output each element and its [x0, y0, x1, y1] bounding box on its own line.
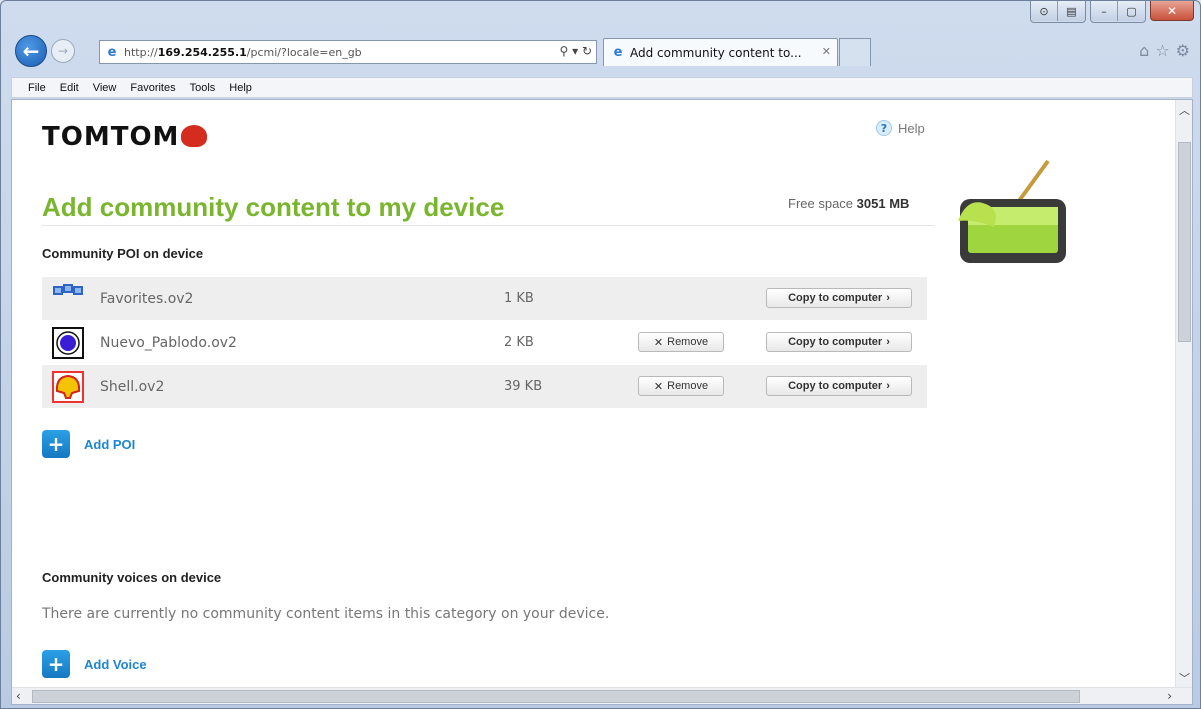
window-controls: ⊙ ▤ – ▢ ✕	[1030, 1, 1194, 23]
menu-favorites[interactable]: Favorites	[130, 82, 175, 94]
chevron-right-icon: ›	[886, 380, 890, 392]
voices-section-heading: Community voices on device	[42, 570, 222, 585]
browser-tools: ⌂ ☆ ⚙	[1139, 41, 1190, 60]
settings-gear-icon[interactable]: ⚙	[1176, 41, 1190, 60]
logo-text: TOMTOM	[42, 122, 180, 152]
remove-button[interactable]: ✕ Remove	[638, 332, 724, 352]
page-viewport: TOMTOM ? Help Add community content to m…	[11, 99, 1193, 705]
compat-controls: ⊙ ▤	[1030, 1, 1086, 23]
add-voice-button[interactable]: + Add Voice	[42, 650, 147, 678]
scroll-left-icon[interactable]: ‹	[16, 689, 21, 703]
vertical-scrollbar[interactable]: ︿ ﹀	[1175, 100, 1192, 688]
poi-name: Favorites.ov2	[100, 291, 194, 307]
page-title: Add community content to my device	[42, 192, 505, 222]
remove-x-icon: ✕	[653, 336, 664, 349]
chevron-right-icon: ›	[886, 292, 890, 304]
poi-size: 2 KB	[504, 335, 534, 350]
poi-name: Shell.ov2	[100, 379, 165, 395]
address-path: /pcmi/?locale=en_gb	[246, 45, 362, 59]
copy-label: Copy to computer	[788, 336, 883, 348]
close-icon[interactable]: ✕	[1150, 1, 1194, 21]
table-row: Shell.ov2 39 KB ✕ Remove Copy to computer…	[42, 365, 927, 409]
table-row: Nuevo_Pablodo.ov2 2 KB ✕ Remove Copy to c…	[42, 321, 927, 365]
tab-title: Add community content to...	[630, 45, 802, 60]
menu-tools[interactable]: Tools	[190, 82, 216, 94]
poi-size: 39 KB	[504, 379, 543, 394]
add-poi-button[interactable]: + Add POI	[42, 430, 135, 458]
plus-icon: +	[42, 650, 70, 678]
minimize-icon[interactable]: –	[1091, 1, 1118, 21]
search-refresh-icons[interactable]: ⚲ ▾ ↻	[560, 44, 593, 58]
poi-size: 1 KB	[504, 291, 534, 306]
horizontal-scroll-thumb[interactable]	[32, 690, 1080, 703]
table-row: Favorites.ov2 1 KB Copy to computer ›	[42, 277, 927, 321]
address-prefix: http://	[124, 45, 158, 59]
poi-table: Favorites.ov2 1 KB Copy to computer › Nue…	[42, 277, 927, 409]
free-space-value: 3051 MB	[856, 196, 910, 211]
maximize-icon[interactable]: ▢	[1118, 1, 1145, 21]
nav-buttons: ← →	[15, 35, 75, 67]
free-space: Free space 3051 MB	[788, 196, 909, 211]
device-paint-icon	[958, 159, 1066, 263]
help-icon: ?	[876, 120, 892, 136]
copy-label: Copy to computer	[788, 292, 883, 304]
add-poi-label: Add POI	[84, 436, 136, 452]
back-arrow-icon[interactable]: ←	[15, 35, 47, 67]
remove-label: Remove	[667, 336, 709, 348]
home-icon[interactable]: ⌂	[1139, 41, 1149, 60]
tab-ie-icon: e	[613, 45, 623, 60]
title-divider	[42, 225, 935, 226]
address-bar[interactable]: e http://169.254.255.1/pcmi/?locale=en_g…	[99, 40, 597, 64]
scroll-right-icon[interactable]: ›	[1167, 689, 1172, 703]
new-tab-button[interactable]	[839, 38, 871, 66]
tab-close-icon[interactable]: ✕	[822, 45, 831, 58]
free-space-label: Free space	[788, 196, 854, 211]
forward-arrow-icon[interactable]: →	[51, 39, 75, 63]
remove-label: Remove	[667, 380, 709, 392]
menu-bar: File Edit View Favorites Tools Help	[11, 77, 1193, 98]
copy-to-computer-button[interactable]: Copy to computer ›	[766, 332, 912, 352]
copy-label: Copy to computer	[788, 380, 883, 392]
ie-page-icon: e	[107, 44, 117, 60]
remove-button[interactable]: ✕ Remove	[638, 376, 724, 396]
poi-section-heading: Community POI on device	[42, 246, 204, 261]
shell-poi-icon	[52, 371, 84, 403]
browser-window: ⊙ ▤ – ▢ ✕ ← → e http://169.254.255.1/pcm…	[0, 0, 1201, 709]
favorites-star-icon[interactable]: ☆	[1155, 41, 1169, 60]
horizontal-scrollbar[interactable]: ‹ ›	[12, 687, 1192, 704]
tomtom-logo: TOMTOM	[42, 122, 208, 152]
menu-help[interactable]: Help	[229, 82, 252, 94]
copy-to-computer-button[interactable]: Copy to computer ›	[766, 376, 912, 396]
add-voice-label: Add Voice	[84, 656, 147, 672]
menu-view[interactable]: View	[93, 82, 117, 94]
chevron-right-icon: ›	[886, 336, 890, 348]
menu-file[interactable]: File	[28, 82, 46, 94]
poi-name: Nuevo_Pablodo.ov2	[100, 335, 237, 351]
tab-view-icon[interactable]: ▤	[1058, 1, 1085, 21]
scroll-up-icon[interactable]: ︿	[1179, 102, 1190, 118]
help-link[interactable]: ? Help	[876, 120, 925, 136]
scroll-down-icon[interactable]: ﹀	[1179, 670, 1190, 686]
plus-icon: +	[42, 430, 70, 458]
compat-view-icon[interactable]: ⊙	[1031, 1, 1058, 21]
vertical-scroll-thumb[interactable]	[1178, 142, 1191, 342]
copy-to-computer-button[interactable]: Copy to computer ›	[766, 288, 912, 308]
favorites-poi-icon	[53, 284, 83, 295]
voices-empty-message: There are currently no community content…	[42, 606, 610, 622]
menu-edit[interactable]: Edit	[60, 82, 79, 94]
tab-active[interactable]: e Add community content to... ✕	[603, 38, 838, 66]
address-host: 169.254.255.1	[157, 45, 247, 59]
minmax-controls: – ▢	[1090, 1, 1146, 23]
circle-poi-icon	[52, 327, 84, 359]
tomtom-hand-icon	[181, 125, 208, 147]
remove-x-icon: ✕	[653, 380, 664, 393]
help-label: Help	[898, 120, 925, 136]
